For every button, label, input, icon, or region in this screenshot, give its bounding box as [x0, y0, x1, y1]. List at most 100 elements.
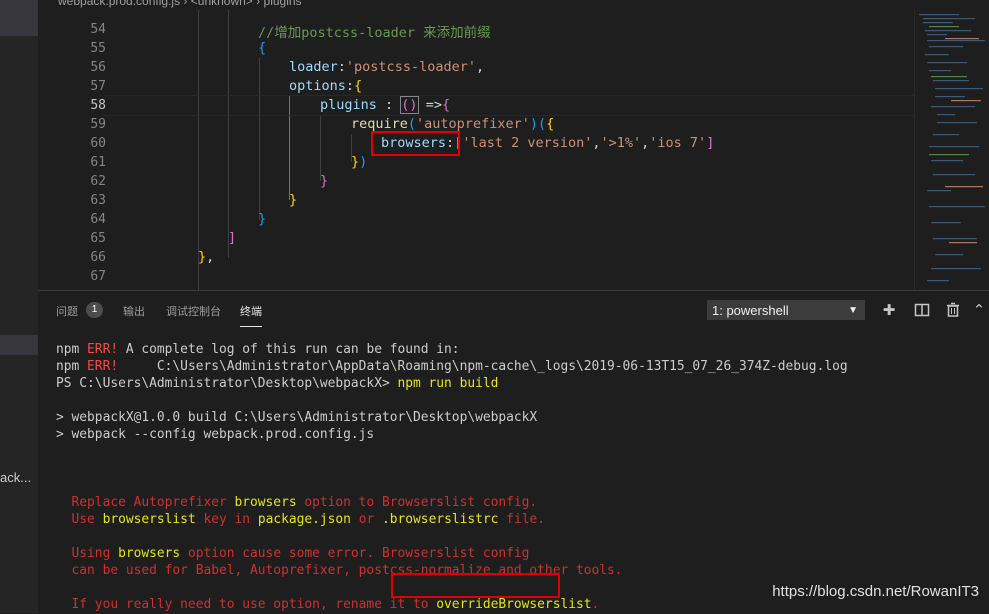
terminal-select[interactable]: 1: powershell ▼: [707, 300, 865, 320]
string-token: 'last 2 version': [462, 135, 593, 151]
panel-tab-bar: 问题 1 输出 调试控制台 终端 1: powershell ▼ ✚ ⌃: [38, 291, 989, 329]
terminal-line: PS C:\Users\Administrator\Desktop\webpac…: [56, 376, 498, 391]
paren-token: (): [400, 96, 419, 114]
highlight-box: [391, 573, 560, 598]
split-icon[interactable]: [914, 302, 930, 318]
warning-text: or: [350, 512, 382, 527]
warning-keyword: browsers: [234, 495, 297, 510]
paren-token: ): [359, 154, 368, 170]
watermark-text: https://blog.csdn.net/RowanIT3: [772, 583, 979, 600]
terminal-warning-line: Using browsers option cause some error. …: [56, 546, 530, 561]
brace-token: {: [258, 40, 267, 56]
line-number: 64: [90, 212, 106, 227]
code-line: require('autoprefixer')({: [351, 116, 554, 132]
breadcrumb-scope[interactable]: <unknown>: [191, 0, 253, 8]
code-editor[interactable]: 54 //增加postcss-loader 来添加前缀 55 { 56 load…: [38, 10, 914, 290]
property-token: options: [289, 78, 346, 94]
terminal-text: C:\Users\Administrator\AppData\Roaming\n…: [118, 359, 848, 374]
string-token: 'ios 7': [649, 135, 707, 151]
tab-problems[interactable]: 问题: [56, 303, 78, 319]
terminal-line: > webpackX@1.0.0 build C:\Users\Administ…: [56, 410, 538, 425]
code-line: //增加postcss-loader 来添加前缀: [258, 21, 491, 41]
trash-icon[interactable]: [945, 302, 961, 318]
code-line: plugins : () =>{: [320, 96, 450, 114]
terminal-line: npm ERR! A complete log of this run can …: [56, 342, 460, 357]
code-line: },: [198, 249, 214, 265]
warning-text: Replace Autoprefixer: [56, 495, 235, 510]
tab-terminal[interactable]: 终端: [240, 303, 262, 327]
line-number: 62: [90, 174, 106, 189]
terminal-error-tag: ERR!: [87, 342, 119, 357]
warning-text: If you really need to use option, rename…: [56, 597, 437, 612]
warning-text: option cause some error. Browserslist co…: [180, 546, 530, 561]
line-number: 56: [90, 60, 106, 75]
property-token: loader: [289, 59, 338, 75]
string-token: 'autoprefixer': [416, 116, 530, 132]
tab-debug-console[interactable]: 调试控制台: [166, 303, 221, 319]
warning-text: .: [591, 597, 600, 612]
chevron-up-icon[interactable]: ⌃: [971, 302, 987, 318]
breadcrumb-symbol[interactable]: plugins: [264, 0, 302, 8]
comma-token: ,: [592, 135, 601, 151]
terminal-warning-line: If you really need to use option, rename…: [56, 597, 600, 612]
sidebar-selected-item[interactable]: [0, 0, 38, 36]
brace-token: }: [198, 249, 207, 265]
terminal-text: A complete log of this run can be found …: [118, 342, 460, 357]
bottom-panel: 问题 1 输出 调试控制台 终端 1: powershell ▼ ✚ ⌃ npm…: [38, 290, 989, 614]
terminal-line: > webpack --config webpack.prod.config.j…: [56, 427, 375, 442]
minimap[interactable]: [914, 10, 989, 290]
indent-guide: [228, 10, 229, 258]
brace-token: }: [351, 154, 360, 170]
line-number-active: 58: [90, 98, 106, 113]
bracket-token: ]: [706, 135, 715, 151]
chevron-right-icon: ›: [256, 0, 261, 8]
terminal-command: npm run build: [397, 376, 499, 391]
breadcrumb: webpack.prod.config.js › <unknown> › plu…: [38, 0, 989, 10]
function-token: require: [351, 116, 408, 132]
brace-token: }: [258, 211, 267, 227]
indent-guide: [320, 115, 321, 181]
colon-token: :: [345, 78, 355, 94]
code-line: ]: [228, 230, 236, 246]
warning-keyword: browsers: [118, 546, 181, 561]
bracket-token: ]: [228, 230, 237, 246]
terminal-warning-line: Replace Autoprefixer browsers option to …: [56, 495, 538, 510]
terminal-text: npm: [56, 342, 88, 357]
warning-text: key in: [195, 512, 258, 527]
warning-text: Use: [56, 512, 103, 527]
line-number: 55: [90, 41, 106, 56]
paren-token: (: [537, 116, 547, 132]
line-number: 60: [90, 136, 106, 151]
warning-keyword: .browserslistrc: [382, 512, 499, 527]
indent-guide: [198, 10, 199, 290]
breadcrumb-file[interactable]: webpack.prod.config.js: [58, 0, 180, 8]
problems-count-badge: 1: [86, 302, 103, 318]
line-number: 57: [90, 79, 106, 94]
arrow-token: =>: [417, 97, 442, 113]
sidebar-selected-item[interactable]: [0, 335, 38, 355]
indent-guide: [259, 58, 260, 220]
plus-icon[interactable]: ✚: [881, 302, 897, 318]
terminal-error-tag: ERR!: [87, 359, 119, 374]
code-line: }: [320, 173, 328, 189]
brace-token: {: [546, 116, 555, 132]
highlight-box: [371, 131, 460, 156]
brace-token: {: [354, 78, 363, 94]
warning-keyword: package.json: [257, 512, 351, 527]
terminal-select-value: 1: powershell: [712, 303, 789, 318]
code-line: }): [351, 154, 367, 170]
code-comment: //增加postcss-loader 来添加前缀: [258, 25, 491, 41]
terminal-text: npm: [56, 359, 88, 374]
line-number: 66: [90, 250, 106, 265]
string-token: 'postcss-loader': [345, 59, 476, 75]
terminal-line: npm ERR! C:\Users\Administrator\AppData\…: [56, 359, 848, 374]
minimap-preview: [919, 14, 985, 282]
warning-text: option to Browserslist config.: [296, 495, 538, 510]
brace-token: }: [320, 173, 329, 189]
tab-output[interactable]: 输出: [123, 303, 145, 319]
line-number: 59: [90, 117, 106, 132]
code-line: options:{: [289, 78, 362, 94]
chevron-right-icon: ›: [183, 0, 188, 8]
paren-token: ): [529, 116, 538, 132]
terminal-prompt: PS C:\Users\Administrator\Desktop\webpac…: [56, 376, 398, 391]
